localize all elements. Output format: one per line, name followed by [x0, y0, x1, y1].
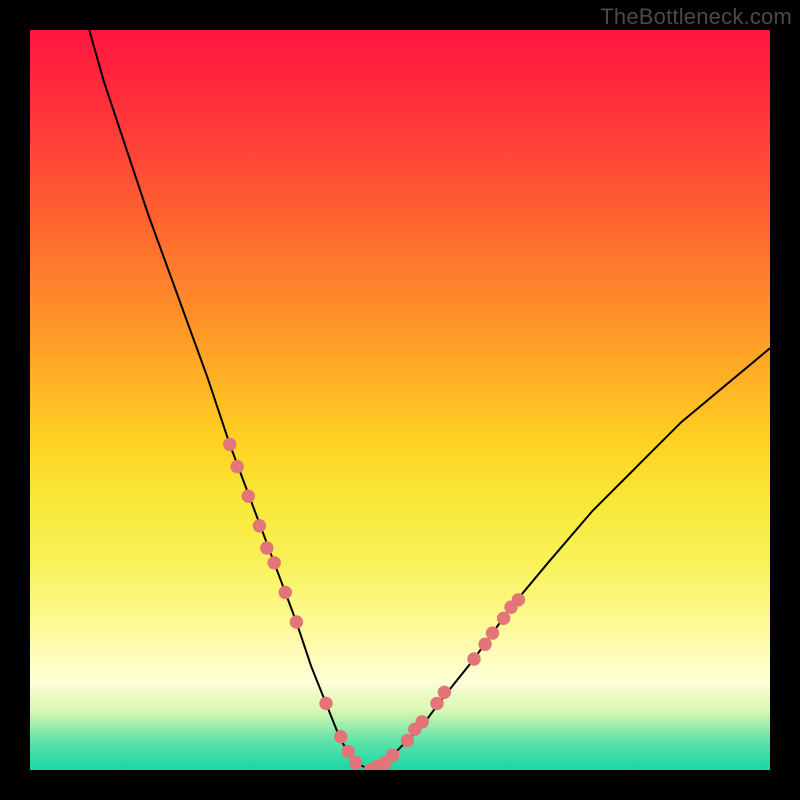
data-marker: [467, 652, 480, 665]
data-marker: [253, 519, 266, 532]
data-marker: [386, 749, 399, 762]
bottleneck-curve-path: [89, 30, 770, 770]
data-marker: [512, 593, 525, 606]
data-marker: [497, 612, 510, 625]
data-marker: [349, 756, 362, 769]
data-marker: [260, 541, 273, 554]
data-marker: [486, 626, 499, 639]
data-marker: [279, 586, 292, 599]
data-marker: [290, 615, 303, 628]
data-marker: [401, 734, 414, 747]
data-marker: [430, 697, 443, 710]
chart-frame: TheBottleneck.com: [0, 0, 800, 800]
data-marker: [416, 715, 429, 728]
data-marker: [319, 697, 332, 710]
curve-svg: [30, 30, 770, 770]
data-marker: [242, 490, 255, 503]
data-marker: [342, 745, 355, 758]
data-marker: [478, 638, 491, 651]
data-marker: [334, 730, 347, 743]
plot-area: [30, 30, 770, 770]
data-marker: [438, 686, 451, 699]
watermark-text: TheBottleneck.com: [600, 4, 792, 30]
data-marker: [223, 438, 236, 451]
marker-group: [223, 438, 525, 770]
data-marker: [231, 460, 244, 473]
data-marker: [268, 556, 281, 569]
